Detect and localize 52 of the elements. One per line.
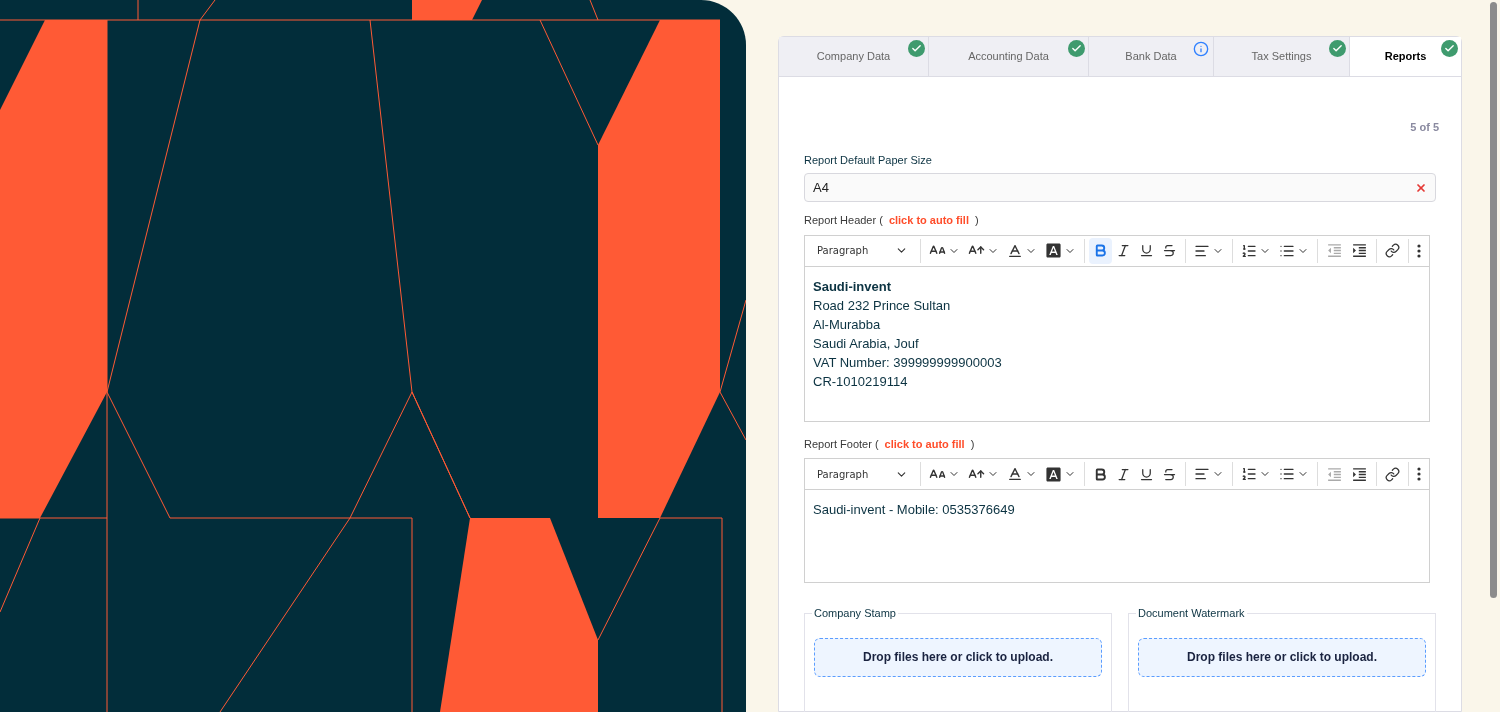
- editor-text-line: Al-Murabba: [813, 315, 882, 334]
- editor-text-line: Saudi-invent - Mobile: 0535376649: [813, 501, 1016, 519]
- panel-legend: Company Stamp: [812, 605, 898, 622]
- highlight-icon: [1045, 465, 1063, 483]
- font-color-icon: [1007, 242, 1024, 259]
- tab[interactable]: Tax Settings: [1214, 37, 1350, 76]
- indent-icon: [1351, 242, 1368, 259]
- underline-icon: [1139, 466, 1155, 482]
- highlight-icon: [1045, 242, 1063, 259]
- tab[interactable]: Accounting Data: [929, 37, 1089, 76]
- strikethrough-icon: [1162, 466, 1178, 482]
- editor-text-line: VAT Number: 399999999900003: [813, 353, 1003, 372]
- more-icon: [1416, 467, 1421, 481]
- bold-icon: [1093, 466, 1109, 482]
- paper-size-select[interactable]: A4: [804, 173, 1436, 202]
- bold-icon: [1093, 243, 1109, 258]
- editor-text-line: Saudi-invent: [813, 277, 892, 296]
- editor-text-line: CR-1010219114: [813, 372, 909, 391]
- scrollbar[interactable]: [1490, 2, 1497, 598]
- italic-icon: [1116, 466, 1132, 482]
- indent-icon: [1351, 465, 1368, 483]
- editor-text-line: Road 232 Prince Sultan: [813, 296, 952, 315]
- underline-icon: [1139, 243, 1155, 258]
- block-style-dropdown[interactable]: Paragraph: [809, 243, 917, 258]
- link-icon: [1385, 243, 1400, 258]
- numbered-list-icon: [1241, 466, 1257, 482]
- numbered-list-icon: [1241, 242, 1257, 259]
- editor-text-line: Saudi Arabia, Jouf: [813, 334, 920, 353]
- field-label: Report Footer (: [804, 436, 879, 452]
- font-color-icon: [1007, 466, 1024, 482]
- editor-area[interactable]: Saudi-invent - Mobile: 0535376649: [804, 490, 1430, 583]
- more-icon: [1416, 243, 1421, 258]
- outdent-icon: [1326, 465, 1343, 483]
- outdent-icon: [1326, 242, 1343, 259]
- tab[interactable]: Company Data: [779, 37, 929, 76]
- field-label: ): [974, 213, 979, 228]
- tab[interactable]: Bank Data: [1089, 37, 1214, 76]
- editor-area[interactable]: Saudi-invent Road 232 Prince Sultan Al-Murabba Saudi Arabia, Jouf VAT Number: 399999999900003 CR-1010219114: [804, 266, 1430, 422]
- field-label: Report Default Paper Size: [804, 152, 933, 168]
- align-icon: [1194, 466, 1211, 482]
- strikethrough-icon: [1162, 243, 1178, 258]
- dropzone[interactable]: Drop files here or click to upload.: [814, 637, 1102, 677]
- clear-icon[interactable]: [1415, 181, 1427, 194]
- panel-legend: Document Watermark: [1136, 605, 1247, 622]
- dropzone[interactable]: Drop files here or click to upload.: [1138, 637, 1426, 677]
- italic-icon: [1116, 243, 1132, 258]
- block-style-dropdown[interactable]: Paragraph: [809, 466, 917, 482]
- field-label: ): [970, 436, 975, 452]
- bullet-list-icon: [1279, 466, 1295, 482]
- link-icon: [1385, 466, 1400, 482]
- step-counter: 5 of 5: [1410, 120, 1439, 135]
- field-label: Report Header (: [804, 213, 883, 228]
